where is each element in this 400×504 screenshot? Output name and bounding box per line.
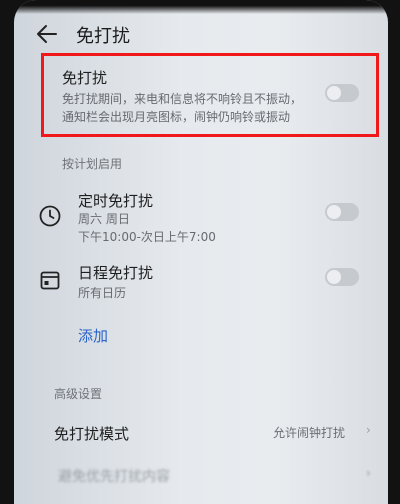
timed-dnd-days: 周六 周日 — [78, 212, 130, 226]
calendar-icon — [40, 271, 60, 290]
back-arrow-icon[interactable] — [36, 24, 58, 44]
page-title: 免打扰 — [76, 26, 130, 47]
calendar-dnd-toggle[interactable] — [325, 268, 359, 286]
clock-icon — [39, 205, 61, 227]
add-button[interactable]: 添加 — [78, 325, 108, 346]
notch-area — [14, 0, 388, 14]
advanced-section-label: 高级设置 — [54, 387, 103, 401]
avoid-priority-interruptions-item[interactable]: 避免优先打扰内容 — [58, 466, 170, 486]
calendar-dnd-title: 日程免打扰 — [78, 264, 154, 282]
chevron-right-icon: › — [366, 423, 371, 437]
schedule-section-label: 按计划启用 — [62, 157, 123, 171]
chevron-right-icon: › — [366, 466, 371, 480]
timed-dnd-title: 定时免打扰 — [78, 192, 154, 210]
app-header: 免打扰 — [14, 14, 388, 54]
dnd-mode-value[interactable]: 允许闹钟打扰 — [273, 424, 345, 441]
timed-dnd-toggle[interactable] — [325, 203, 359, 221]
highlight-box — [41, 53, 379, 137]
dnd-mode-title[interactable]: 免打扰模式 — [54, 423, 129, 444]
calendar-dnd-source: 所有日历 — [78, 286, 127, 300]
timed-dnd-time-range: 下午10:00-次日上午7:00 — [78, 230, 216, 244]
